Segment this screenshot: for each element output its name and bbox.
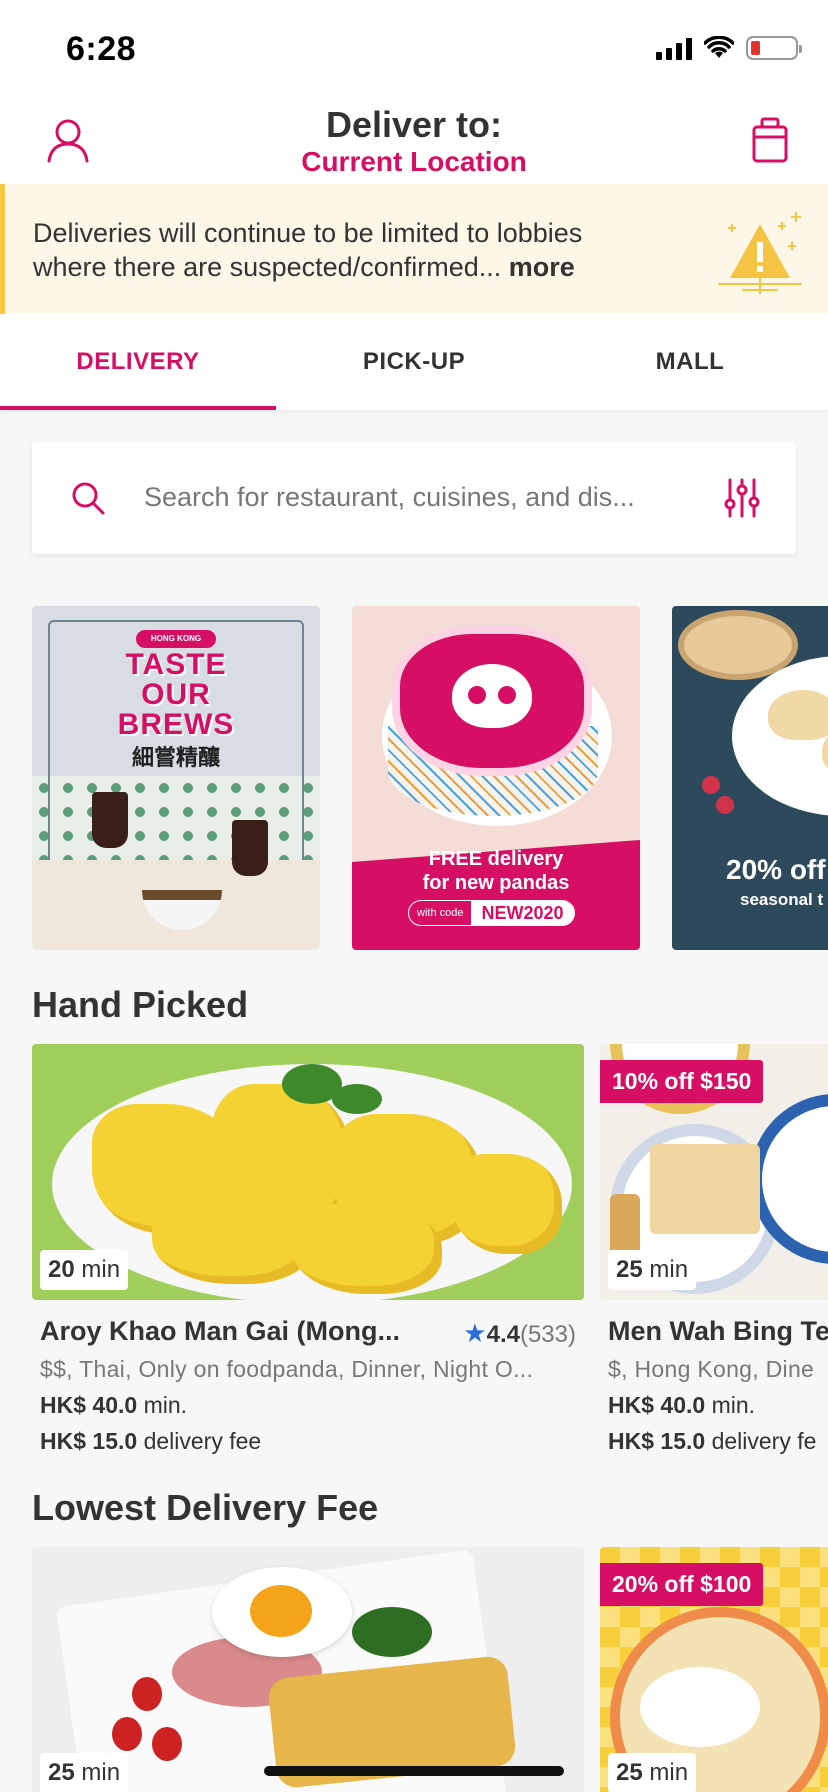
promo-code: NEW2020 [471,901,574,925]
discount-badge: 20% off $100 [600,1563,764,1606]
service-tabs: DELIVERY PICK-UP MALL [0,314,828,410]
promo-banner-free-delivery[interactable]: FREE delivery for new pandas with code N… [352,606,640,950]
restaurant-tags: $$, Thai, Only on foodpanda, Dinner, Nig… [40,1356,534,1382]
cellular-signal-icon [656,36,692,60]
delivery-fee: HK$ 15.0 delivery fee [40,1428,262,1454]
home-indicator[interactable] [264,1766,564,1776]
notice-message: Deliveries will continue to be limited t… [33,218,583,282]
section-title-hand-picked: Hand Picked [32,984,249,1025]
restaurant-name: Men Wah Bing Te [608,1316,828,1346]
delivery-time-badge: 20 min [40,1250,129,1290]
search-bar[interactable]: Search for restaurant, cuisines, and dis… [32,442,796,554]
wifi-icon [704,36,734,58]
delivery-time-badge: 25 min [40,1753,129,1792]
tab-pick-up[interactable]: PICK-UP [276,314,552,410]
search-icon [72,482,105,515]
delivery-time-badge: 25 min [608,1753,697,1792]
status-time: 6:28 [66,30,137,68]
notice-text: Deliveries will continue to be limited t… [33,216,663,284]
drink-glass-image [232,820,268,876]
restaurant-card[interactable]: 20% off $100 25 min [600,1547,828,1792]
discount-badge: 10% off $150 [600,1060,764,1103]
promo-code-pill: with code NEW2020 [408,900,575,926]
lowest-fee-carousel: 25 min 20% off $100 25 min [32,1547,828,1792]
warning-icon [718,212,802,294]
search-input[interactable]: Search for restaurant, cuisines, and dis… [144,482,635,513]
promo-carousel: HONG KONG TASTE OUR BREWS 細嘗精釀 FREE deli… [32,606,828,950]
restaurant-rating: ★4.4(533) [463,1318,576,1348]
delivery-fee: HK$ 15.0 delivery fe [608,1428,817,1454]
delivery-notice[interactable]: Deliveries will continue to be limited t… [0,184,828,314]
restaurant-card[interactable]: 10% off $150 25 min Men Wah Bing Te $, H… [600,1044,828,1474]
minimum-order: HK$ 40.0 min. [40,1392,188,1418]
restaurant-card[interactable]: 20 min Aroy Khao Man Gai (Mong... ★4.4(5… [32,1044,584,1474]
banner-free-delivery-line2: for new pandas [422,872,570,894]
status-bar: 6:28 [0,0,828,96]
current-location-link[interactable]: Current Location [0,146,828,178]
banner-brand-badge: HONG KONG [136,630,216,648]
banner-seasonal-line2: seasonal t [740,890,824,909]
hand-picked-carousel: 20 min Aroy Khao Man Gai (Mong... ★4.4(5… [32,1044,828,1474]
banner-free-delivery-line1: FREE delivery [428,848,564,870]
notice-more-link[interactable]: more [509,252,575,282]
panda-logo-icon [452,664,532,728]
cart-button[interactable] [742,112,798,168]
dumpling-image [768,690,828,740]
minimum-order: HK$ 40.0 min. [608,1392,756,1418]
delivery-time-badge: 25 min [608,1250,697,1290]
section-title-lowest-delivery-fee: Lowest Delivery Fee [32,1487,379,1528]
battery-icon [746,36,802,60]
banner-seasonal-line1: 20% off [726,854,826,885]
banner-brews-subtitle: 細嘗精釀 [131,745,220,770]
banner-brews-title: TASTE OUR BREWS [117,648,235,741]
app-header: Deliver to: Current Location [0,96,828,184]
status-icons [656,36,802,60]
restaurant-card[interactable]: 25 min [32,1547,584,1792]
promo-banner-brews[interactable]: HONG KONG TASTE OUR BREWS 細嘗精釀 [32,606,320,950]
tab-mall[interactable]: MALL [552,314,828,410]
restaurant-name: Aroy Khao Man Gai (Mong... [40,1316,401,1346]
promo-banner-seasonal[interactable]: 20% off seasonal t [672,606,828,950]
drink-glass-image [92,792,128,848]
tab-delivery[interactable]: DELIVERY [0,314,276,410]
restaurant-tags: $, Hong Kong, Dine [608,1356,815,1382]
header-title: Deliver to: [325,104,503,145]
cart-icon [752,117,788,163]
star-icon: ★ [463,1318,487,1348]
filter-icon[interactable] [724,478,760,518]
